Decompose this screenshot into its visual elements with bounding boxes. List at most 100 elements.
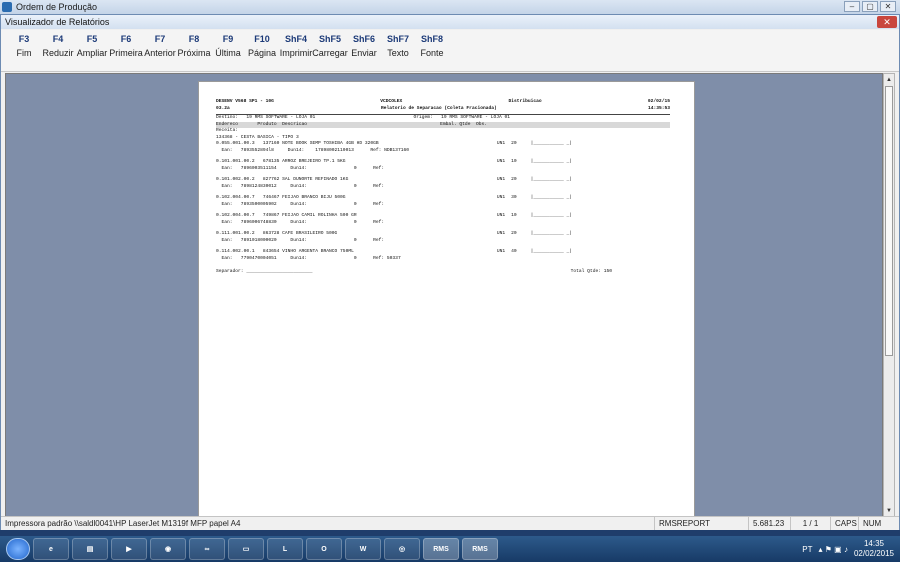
item-embal: UN1: [496, 195, 506, 200]
report-item: 0.114.002.00.1 843654 VINHO ARGENTA BRAN…: [216, 249, 670, 262]
app-icon: [2, 2, 12, 12]
item-qty-block: UN1 20 |___________ _|: [497, 177, 572, 184]
report-item: 0.101.002.00.2 827762 SAL DUNORTE REFINA…: [216, 177, 670, 190]
report-separador: Separador: ________________________: [216, 269, 313, 274]
item-obs: |___________ _|: [530, 231, 572, 236]
tb-key: F10: [254, 34, 270, 44]
report-items: 0.055.001.00.3 137160 NOTE BOOK SEMP TOS…: [216, 141, 670, 262]
item-qty-block: UN1 10 |___________ _|: [497, 213, 572, 220]
report-area: Distribuicao: [508, 99, 542, 104]
tb-key: ShF4: [284, 34, 307, 44]
item-qty-block: UN1 20 |___________ _|: [497, 231, 572, 238]
outer-window-title: Ordem de Produção: [16, 2, 98, 12]
taskbar-ie-icon[interactable]: e: [33, 538, 69, 560]
report-item-line2: Ean: 7893552894l8 Dun14: 17898002110013 …: [216, 147, 409, 153]
status-report-name: RMSREPORT: [655, 517, 749, 530]
report-item: 0.102.004.00.7 749867 FEIJAO CAMIL ROLIN…: [216, 213, 670, 226]
item-description: 0.055.001.00.3 137160 NOTE BOOK SEMP TOS…: [216, 141, 379, 146]
taskbar-folder2-icon[interactable]: ▭: [228, 538, 264, 560]
tb-key: F7: [154, 34, 166, 44]
item-description: 0.114.002.00.1 843654 VINHO ARGENTA BRAN…: [216, 249, 354, 254]
clock[interactable]: 14:35 02/02/2015: [854, 539, 894, 559]
scroll-up-icon[interactable]: ▲: [884, 75, 894, 85]
report-item: 0.055.001.00.3 137160 NOTE BOOK SEMP TOS…: [216, 141, 670, 154]
taskbar-word-icon[interactable]: W: [345, 538, 381, 560]
tb-key: F4: [52, 34, 64, 44]
item-qtde: 20: [511, 177, 517, 182]
report-total: Total Qtde: 150: [570, 269, 612, 274]
clock-date: 02/02/2015: [853, 549, 894, 558]
item-qtde: 30: [511, 195, 517, 200]
close-button[interactable]: ✕: [880, 1, 896, 12]
outer-window-controls: – ▢ ✕: [844, 1, 896, 12]
tb-key: ShF8: [420, 34, 443, 44]
item-qty-block: UN1 40 |___________ _|: [497, 249, 572, 256]
item-embal: UN1: [496, 231, 506, 236]
taskbar-lync-icon[interactable]: L: [267, 538, 303, 560]
item-obs: |___________ _|: [530, 141, 572, 146]
status-pages: 1 / 1: [791, 517, 831, 530]
taskbar-rms-app-1[interactable]: RMS: [423, 538, 459, 560]
status-printer: Impressora padrão \\saldl0041\HP LaserJe…: [1, 517, 655, 530]
minimize-button[interactable]: –: [844, 1, 860, 12]
item-obs: |___________ _|: [530, 159, 572, 164]
report-item: 0.101.001.00.2 678135 ARROZ BREJEIRO TP.…: [216, 159, 670, 172]
tb-key: F5: [86, 34, 98, 44]
report-version: 03.2a: [216, 105, 230, 111]
scroll-down-icon[interactable]: ▼: [884, 506, 894, 516]
item-embal: UN1: [496, 249, 506, 254]
system-tray: PT ▴ ⚑ ▣ ♪ 14:35 02/02/2015: [802, 536, 894, 562]
taskbar-rms-app-2[interactable]: RMS: [462, 538, 498, 560]
item-description: 0.102.004.00.7 746467 FEIJAO BRANCO BIJU…: [216, 195, 346, 200]
dialog-close-button[interactable]: ✕: [877, 16, 897, 28]
report-title: Relatorio de Separacao (Coleta Fracionad…: [380, 105, 497, 111]
dialog-title: Visualizador de Relatórios: [5, 17, 110, 27]
taskbar-chrome-icon[interactable]: ◉: [150, 538, 186, 560]
report-content: DESENV V568 SP1 - 10G VCDCOLEX Distribui…: [216, 99, 670, 276]
taskbar-network-icon[interactable]: ◎: [384, 538, 420, 560]
report-item-line2: Ean: 7891018000020 Dun14: 0 Ref:: [216, 237, 385, 243]
item-description: 0.101.002.00.2 827762 SAL DUNORTE REFINA…: [216, 177, 349, 182]
taskbar-folder-icon[interactable]: ▤: [72, 538, 108, 560]
taskbar-app-icon[interactable]: ∞: [189, 538, 225, 560]
taskbar-outlook-icon[interactable]: O: [306, 538, 342, 560]
report-item-line2: Ean: 7893500005902 Dun14: 0 Ref:: [216, 201, 385, 207]
language-indicator[interactable]: PT: [802, 545, 812, 554]
outer-window-titlebar: Ordem de Produção – ▢ ✕: [0, 0, 900, 14]
dialog-titlebar: Visualizador de Relatórios ✕: [1, 15, 899, 29]
report-item-line2: Ean: 7898124830012 Dun14: 0 Ref:: [216, 183, 385, 189]
report-dest-row: Destino: 19 RMS SOFTWARE - LOJA 01 Orige…: [216, 114, 670, 122]
report-item: 0.102.004.00.7 746467 FEIJAO BRANCO BIJU…: [216, 195, 670, 208]
report-header-row-2: 03.2a Relatorio de Separacao (Coleta Fra…: [216, 106, 670, 113]
report-columns-right: Embal. Qtde Obs.: [440, 121, 487, 127]
item-embal: UN1: [496, 159, 506, 164]
item-qty-block: UN1 30 |___________ _|: [497, 195, 572, 202]
vertical-scrollbar[interactable]: ▲ ▼: [883, 73, 895, 518]
report-viewport[interactable]: DESENV V568 SP1 - 10G VCDCOLEX Distribui…: [5, 73, 883, 518]
tb-fonte-button[interactable]: ShF8 Fonte: [415, 30, 449, 71]
tb-key: ShF5: [318, 34, 341, 44]
item-obs: |___________ _|: [530, 177, 572, 182]
item-qtde: 20: [511, 231, 517, 236]
start-button[interactable]: [6, 538, 30, 560]
item-obs: |___________ _|: [530, 195, 572, 200]
report-time: 14:35:53: [647, 105, 670, 111]
tb-key: F8: [188, 34, 200, 44]
item-embal: UN1: [496, 141, 506, 146]
report-item-line2: Ean: 7896006748830 Dun14: 0 Ref:: [216, 219, 385, 225]
report-item: 0.111.001.00.2 863728 CAFE BRASILEIRO 50…: [216, 231, 670, 244]
item-qty-block: UN1 20 |___________ _|: [497, 141, 572, 148]
tray-icons[interactable]: ▴ ⚑ ▣ ♪: [819, 545, 848, 554]
tb-key: F3: [18, 34, 30, 44]
taskbar-media-icon[interactable]: ▶: [111, 538, 147, 560]
status-caps: CAPS: [831, 517, 859, 530]
item-embal: UN1: [496, 213, 506, 218]
tb-label: Fonte: [420, 48, 444, 58]
restore-button[interactable]: ▢: [862, 1, 878, 12]
item-qty-block: UN1 10 |___________ _|: [497, 159, 572, 166]
item-obs: |___________ _|: [530, 249, 572, 254]
scroll-thumb[interactable]: [885, 86, 893, 356]
status-bar: Impressora padrão \\saldl0041\HP LaserJe…: [1, 516, 899, 530]
item-embal: UN1: [496, 177, 506, 182]
tb-key: ShF7: [386, 34, 409, 44]
